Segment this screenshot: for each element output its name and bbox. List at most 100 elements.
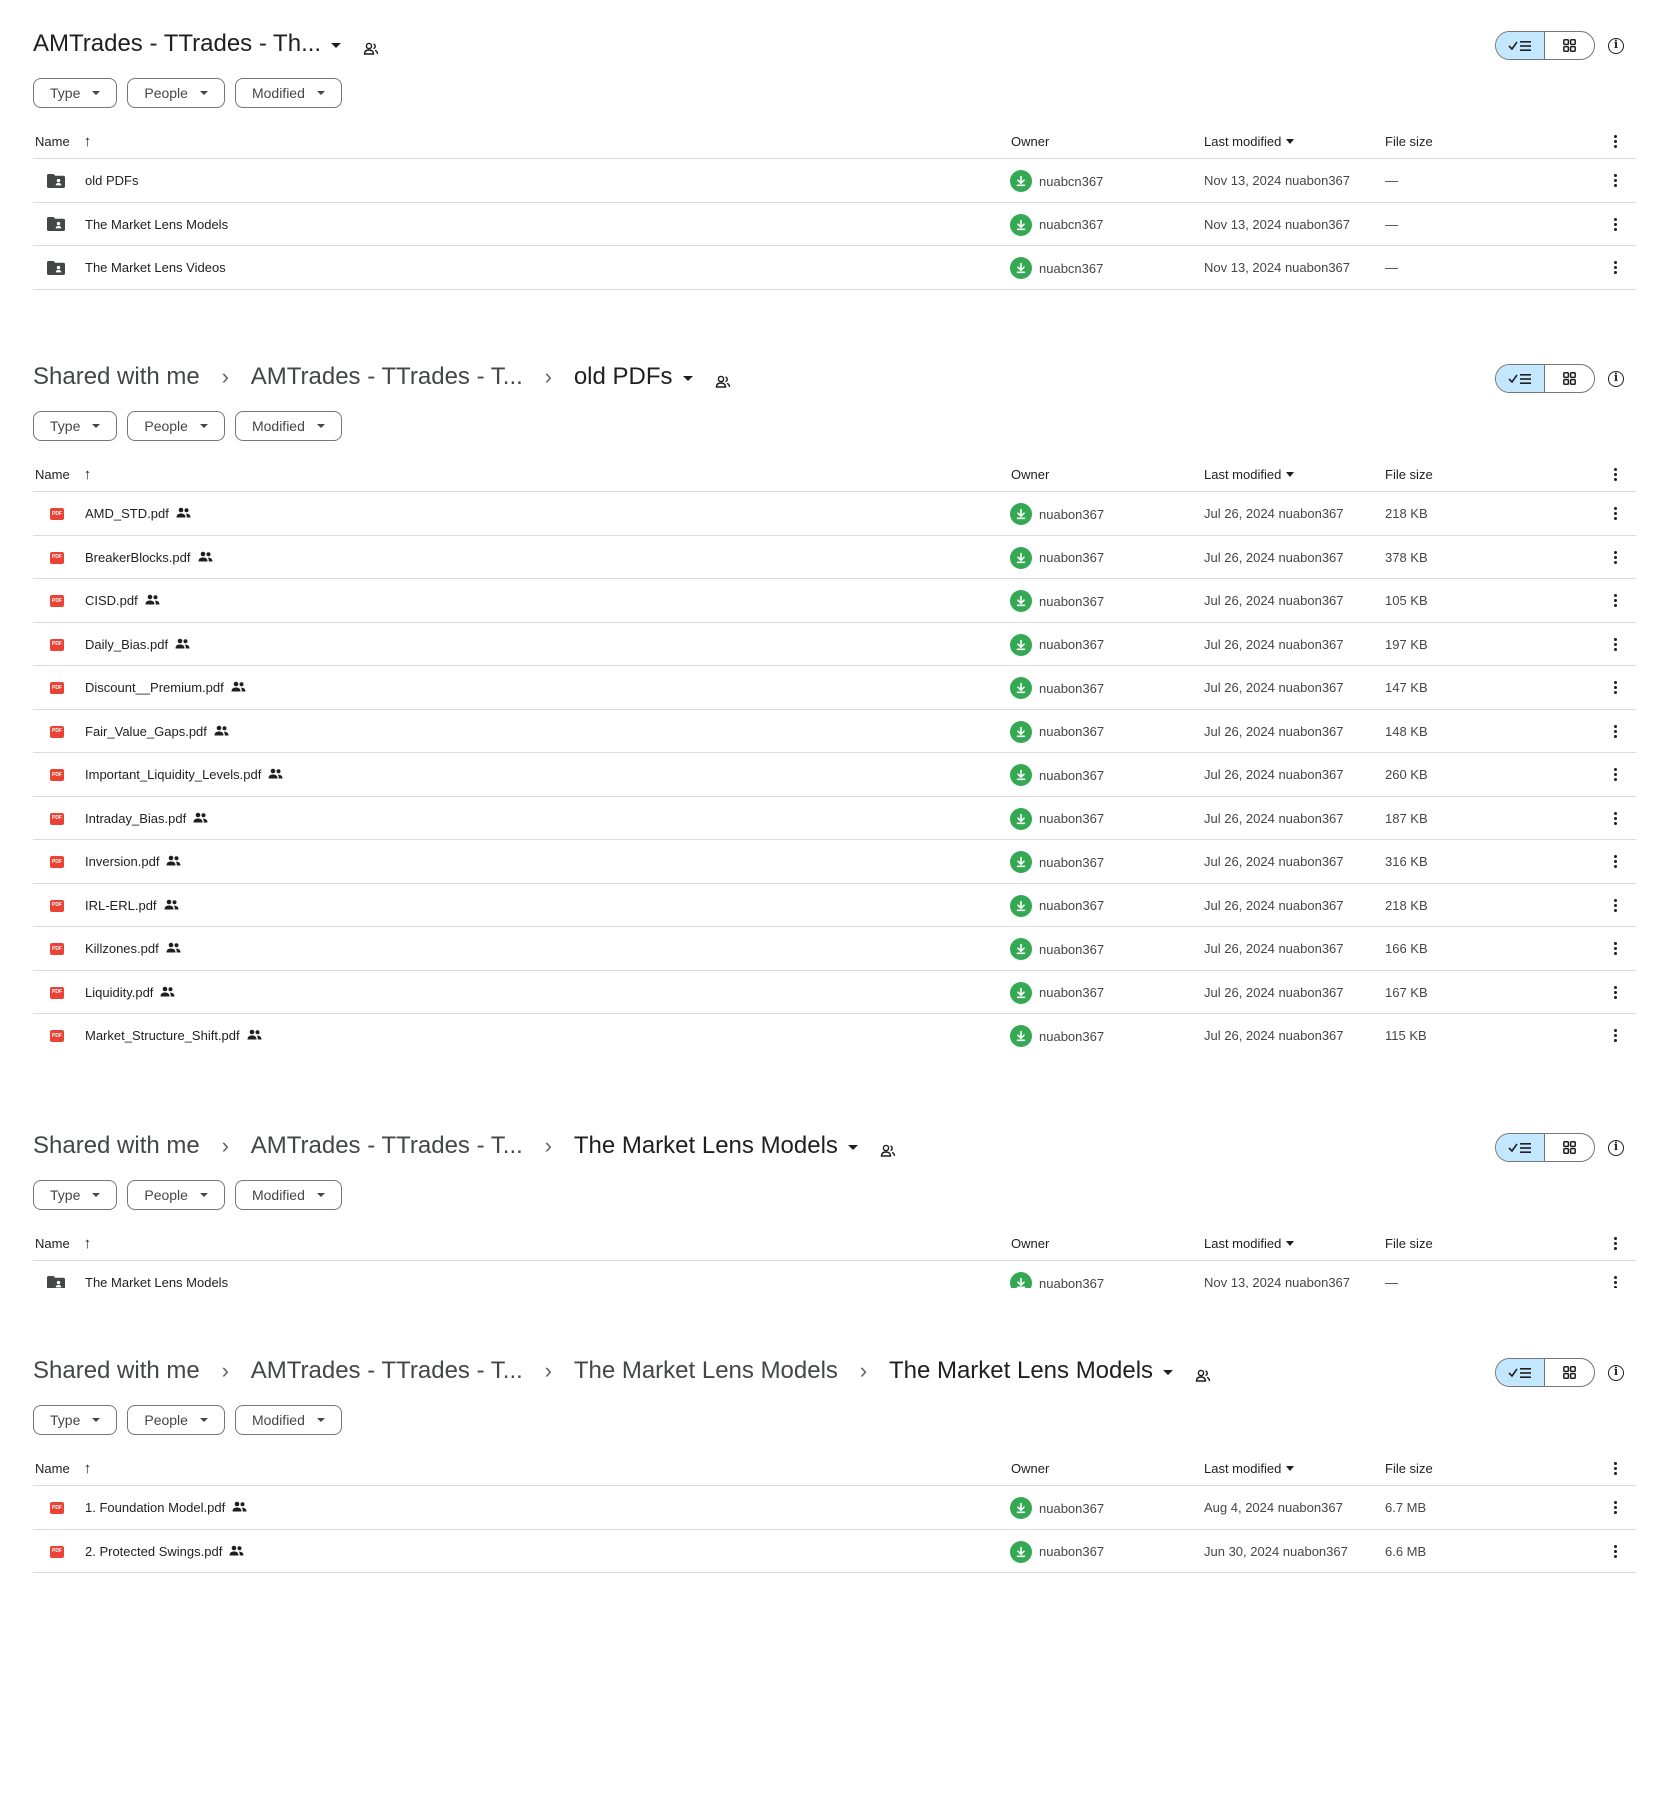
info-icon[interactable]: i [1608, 371, 1624, 387]
modified-filter-chip[interactable]: Modified [234, 1180, 342, 1210]
list-view-button[interactable] [1496, 32, 1545, 59]
more-vert-icon[interactable] [1614, 1276, 1618, 1288]
more-vert-icon[interactable] [1614, 768, 1618, 781]
type-filter-chip[interactable]: Type [33, 411, 118, 441]
list-view-button[interactable] [1496, 365, 1545, 392]
table-row[interactable]: PDF Market_Structure_Shift.pdf nuabon367… [33, 1014, 1636, 1053]
name-column-header[interactable]: Name ↑ [35, 1461, 92, 1477]
people-filter-chip[interactable]: People [127, 411, 225, 441]
more-vert-icon[interactable] [1614, 1462, 1618, 1475]
arrow-up-icon[interactable]: ↑ [84, 1236, 92, 1251]
breadcrumb-item[interactable]: Shared with me [33, 363, 200, 391]
people-filter-chip[interactable]: People [127, 1405, 225, 1435]
modified-filter-chip[interactable]: Modified [234, 1405, 342, 1435]
info-icon[interactable]: i [1608, 1365, 1624, 1381]
table-row[interactable]: old PDFs nuabcn367 Nov 13, 2024 nuabon36… [33, 159, 1636, 203]
table-row[interactable]: PDF AMD_STD.pdf nuabon367 Jul 26, 2024 n… [33, 492, 1636, 536]
more-vert-icon[interactable] [1614, 1237, 1618, 1250]
more-vert-icon[interactable] [1614, 724, 1618, 738]
name-column-header[interactable]: Name ↑ [35, 1236, 92, 1252]
type-filter-chip[interactable]: Type [33, 78, 118, 108]
more-vert-icon[interactable] [1614, 507, 1618, 520]
table-row[interactable]: PDF BreakerBlocks.pdf nuabon367 Jul 26, … [33, 536, 1636, 579]
people-outline-icon[interactable] [1195, 1363, 1211, 1382]
table-row[interactable]: PDF Liquidity.pdf nuabon367 Jul 26, 2024… [33, 971, 1636, 1014]
more-vert-icon[interactable] [1614, 811, 1618, 825]
more-vert-icon[interactable] [1614, 942, 1618, 955]
more-vert-icon[interactable] [1614, 855, 1618, 868]
more-vert-icon[interactable] [1614, 898, 1618, 912]
more-vert-icon[interactable] [1614, 217, 1618, 231]
info-icon[interactable]: i [1608, 38, 1624, 54]
table-row[interactable]: PDF IRL-ERL.pdf nuabon367 Jul 26, 2024 n… [33, 884, 1636, 927]
more-vert-icon[interactable] [1614, 261, 1618, 274]
view-toggle[interactable] [1495, 1358, 1595, 1387]
more-vert-icon[interactable] [1614, 1501, 1618, 1514]
arrow-up-icon[interactable]: ↑ [84, 1461, 92, 1476]
grid-view-button[interactable] [1545, 1134, 1594, 1161]
table-row[interactable]: PDF CISD.pdf nuabon367 Jul 26, 2024 nuab… [33, 579, 1636, 623]
people-filter-chip[interactable]: People [127, 78, 225, 108]
breadcrumb-item[interactable]: AMTrades - TTrades - T... [251, 363, 523, 391]
more-vert-icon[interactable] [1614, 637, 1618, 651]
last-modified-column-header[interactable]: Last modified [1204, 467, 1295, 482]
breadcrumb-item[interactable]: Shared with me [33, 1357, 200, 1385]
grid-view-button[interactable] [1545, 32, 1594, 59]
table-row[interactable]: PDF Fair_Value_Gaps.pdf nuabon367 Jul 26… [33, 710, 1636, 753]
table-row[interactable]: The Market Lens Models nuabcn367 Nov 13,… [33, 203, 1636, 246]
more-vert-icon[interactable] [1614, 135, 1618, 148]
more-vert-icon[interactable] [1614, 468, 1618, 481]
people-filter-chip[interactable]: People [127, 1180, 225, 1210]
info-icon[interactable]: i [1608, 1140, 1624, 1156]
name-column-header[interactable]: Name ↑ [35, 134, 92, 150]
current-folder-title[interactable]: AMTrades - TTrades - Th... [33, 30, 342, 58]
current-folder-title[interactable]: old PDFs [574, 363, 693, 391]
owner-name: nuabon367 [1039, 898, 1105, 913]
arrow-up-icon[interactable]: ↑ [84, 467, 92, 482]
file-size-column-header: File size [1385, 134, 1433, 149]
people-outline-icon[interactable] [880, 1138, 896, 1157]
type-filter-chip[interactable]: Type [33, 1180, 118, 1210]
table-row[interactable]: PDF Intraday_Bias.pdf nuabon367 Jul 26, … [33, 797, 1636, 840]
breadcrumb-item[interactable]: Shared with me [33, 1132, 200, 1160]
name-column-header[interactable]: Name ↑ [35, 467, 92, 483]
table-row[interactable]: PDF 1. Foundation Model.pdf nuabon367 Au… [33, 1486, 1636, 1530]
modified-filter-chip[interactable]: Modified [234, 78, 342, 108]
arrow-up-icon[interactable]: ↑ [84, 134, 92, 149]
people-outline-icon[interactable] [363, 36, 379, 55]
more-vert-icon[interactable] [1614, 594, 1618, 607]
table-row[interactable]: PDF Daily_Bias.pdf nuabon367 Jul 26, 202… [33, 623, 1636, 666]
current-folder-title[interactable]: The Market Lens Models [574, 1132, 858, 1160]
last-modified-column-header[interactable]: Last modified [1204, 1236, 1295, 1251]
last-modified-column-header[interactable]: Last modified [1204, 134, 1295, 149]
grid-view-button[interactable] [1545, 1359, 1594, 1386]
last-modified-column-header[interactable]: Last modified [1204, 1461, 1295, 1476]
table-row[interactable]: PDF Inversion.pdf nuabon367 Jul 26, 2024… [33, 840, 1636, 884]
table-row[interactable]: PDF Killzones.pdf nuabon367 Jul 26, 2024… [33, 927, 1636, 971]
people-outline-icon[interactable] [715, 369, 731, 388]
table-row[interactable]: The Market Lens Models nuabon367 Nov 13,… [33, 1261, 1636, 1288]
more-vert-icon[interactable] [1614, 1544, 1618, 1558]
table-row[interactable]: The Market Lens Videos nuabcn367 Nov 13,… [33, 246, 1636, 290]
list-view-button[interactable] [1496, 1134, 1545, 1161]
table-row[interactable]: PDF 2. Protected Swings.pdf nuabon367 Ju… [33, 1530, 1636, 1573]
view-toggle[interactable] [1495, 31, 1595, 60]
breadcrumb-item[interactable]: The Market Lens Models [574, 1357, 838, 1385]
view-toggle[interactable] [1495, 364, 1595, 393]
table-row[interactable]: PDF Discount__Premium.pdf nuabon367 Jul … [33, 666, 1636, 710]
type-filter-chip[interactable]: Type [33, 1405, 118, 1435]
list-view-button[interactable] [1496, 1359, 1545, 1386]
more-vert-icon[interactable] [1614, 1029, 1618, 1042]
more-vert-icon[interactable] [1614, 985, 1618, 999]
current-folder-title[interactable]: The Market Lens Models [889, 1357, 1174, 1385]
grid-view-button[interactable] [1545, 365, 1594, 392]
more-vert-icon[interactable] [1614, 174, 1618, 187]
table-row[interactable]: PDF Important_Liquidity_Levels.pdf nuabo… [33, 753, 1636, 797]
view-toggle[interactable] [1495, 1133, 1595, 1162]
breadcrumb-item[interactable]: AMTrades - TTrades - T... [251, 1357, 523, 1385]
more-vert-icon[interactable] [1614, 681, 1618, 694]
modified-filter-chip[interactable]: Modified [234, 411, 342, 441]
breadcrumb-item[interactable]: AMTrades - TTrades - T... [251, 1132, 523, 1160]
table-row[interactable]: Discord Export.rar nuabcn367 Nov 13, 202… [33, 290, 1636, 301]
more-vert-icon[interactable] [1614, 550, 1618, 564]
